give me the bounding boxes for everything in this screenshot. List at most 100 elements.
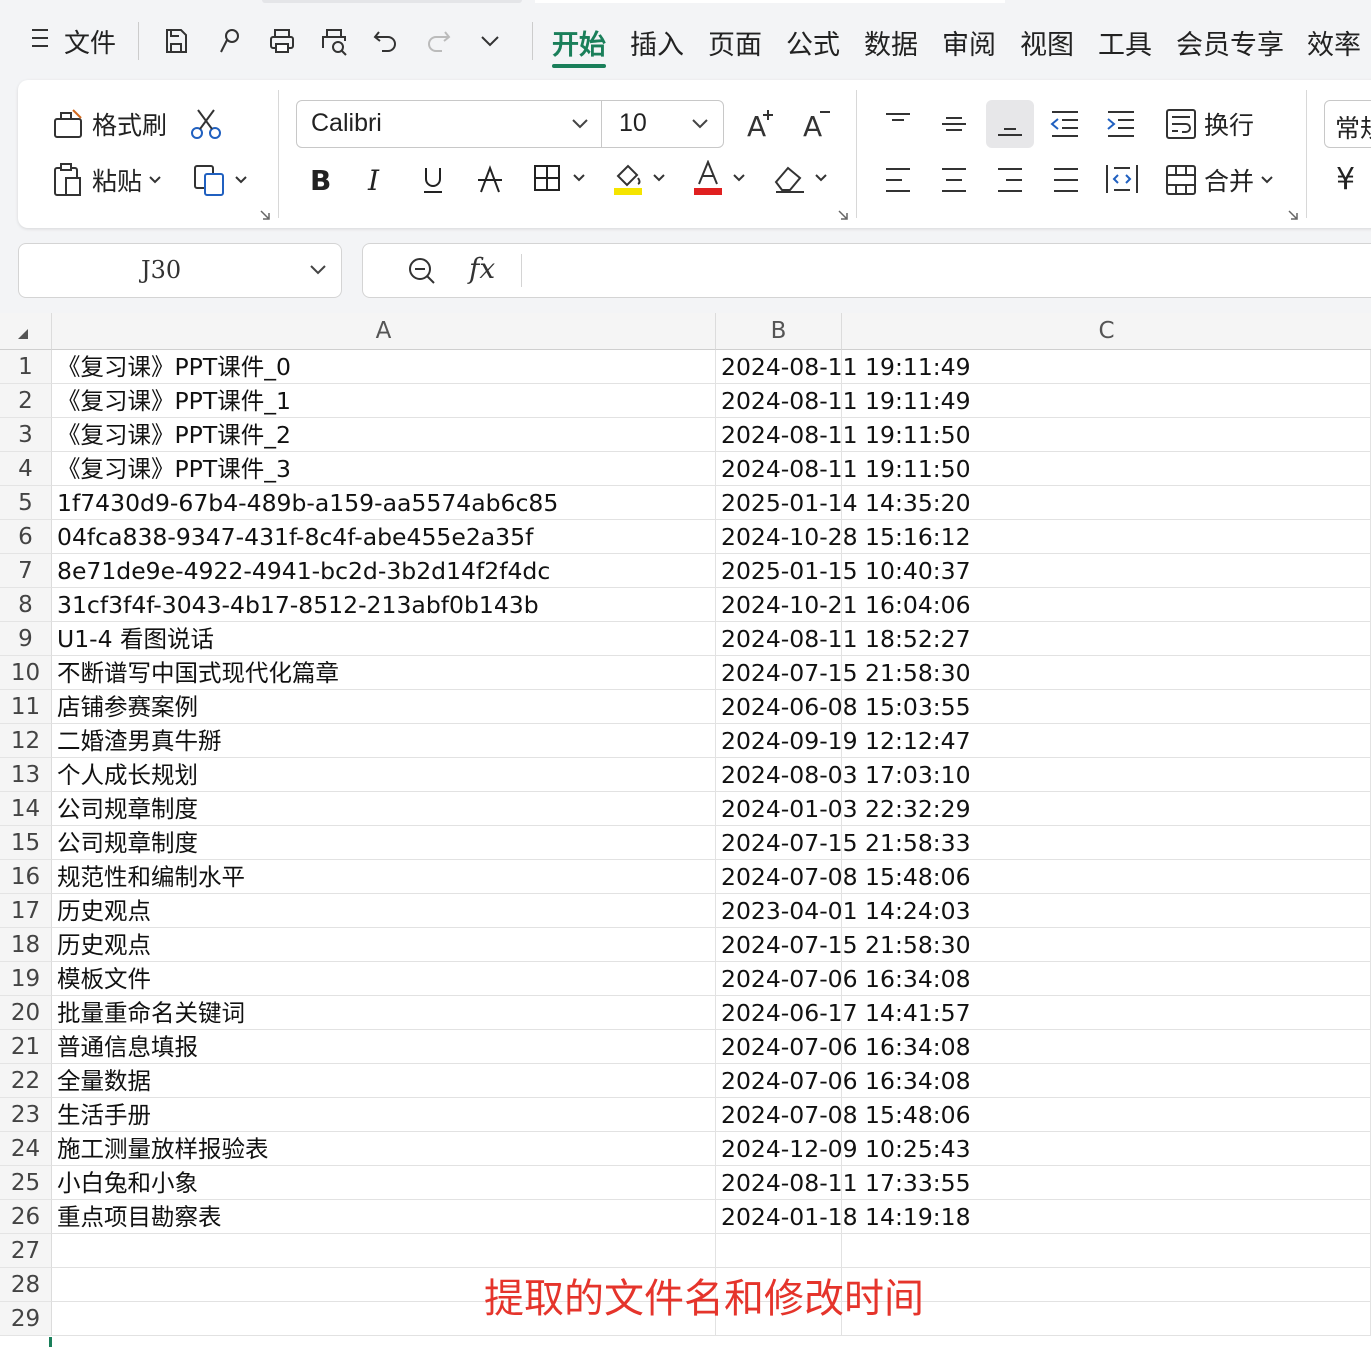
italic-button[interactable]: I xyxy=(364,162,390,196)
row-header[interactable]: 25 xyxy=(0,1166,52,1200)
row-header[interactable]: 29 xyxy=(0,1302,52,1336)
tab-data[interactable]: 数据 xyxy=(864,22,918,62)
format-brush-quick-icon[interactable] xyxy=(212,22,248,60)
align-left-button[interactable] xyxy=(882,164,914,196)
row-header[interactable]: 22 xyxy=(0,1064,52,1098)
cell-a[interactable] xyxy=(52,1234,716,1268)
cell-b[interactable]: 2024-07-08 15:48:06 xyxy=(716,1098,971,1132)
redo-icon[interactable] xyxy=(420,22,456,60)
cell-b[interactable]: 2024-08-11 19:11:50 xyxy=(716,418,971,452)
row-header[interactable]: 9 xyxy=(0,622,52,656)
row-header[interactable]: 24 xyxy=(0,1132,52,1166)
tab-review[interactable]: 审阅 xyxy=(942,22,996,62)
cell-a[interactable]: 全量数据 xyxy=(52,1064,716,1098)
decrease-font-button[interactable]: A xyxy=(802,106,834,140)
undo-icon[interactable] xyxy=(368,22,404,60)
cell-a[interactable]: 规范性和编制水平 xyxy=(52,860,716,894)
align-middle-button[interactable] xyxy=(938,108,970,140)
save-icon[interactable] xyxy=(158,22,194,60)
tab-home[interactable]: 开始 xyxy=(552,22,606,68)
row-header[interactable]: 3 xyxy=(0,418,52,452)
cell-a[interactable]: 《复习课》PPT课件_2 xyxy=(52,418,716,452)
number-format-select[interactable]: 常规 xyxy=(1324,100,1371,148)
row-header[interactable]: 6 xyxy=(0,520,52,554)
cell-a[interactable]: 历史观点 xyxy=(52,894,716,928)
justify-button[interactable] xyxy=(1050,164,1082,196)
cell-a[interactable]: 公司规章制度 xyxy=(52,826,716,860)
cell-a[interactable]: 公司规章制度 xyxy=(52,792,716,826)
row-header[interactable]: 19 xyxy=(0,962,52,996)
merge-cells-button[interactable]: 合并 xyxy=(1164,162,1274,198)
row-header[interactable]: 10 xyxy=(0,656,52,690)
cell-b[interactable]: 2024-06-17 14:41:57 xyxy=(716,996,971,1030)
underline-button[interactable] xyxy=(420,162,446,196)
strikethrough-button[interactable] xyxy=(476,162,504,196)
cell-a[interactable]: U1-4 看图说话 xyxy=(52,622,716,656)
row-header[interactable]: 18 xyxy=(0,928,52,962)
cell-b[interactable]: 2024-12-09 10:25:43 xyxy=(716,1132,971,1166)
clipboard-dialog-launcher-icon[interactable] xyxy=(260,210,270,220)
cell-a[interactable]: 历史观点 xyxy=(52,928,716,962)
row-header[interactable]: 8 xyxy=(0,588,52,622)
cell-b[interactable]: 2024-08-11 17:33:55 xyxy=(716,1166,971,1200)
cell-b[interactable]: 2024-08-11 19:11:50 xyxy=(716,452,971,486)
increase-indent-button[interactable] xyxy=(1104,108,1138,140)
tab-page[interactable]: 页面 xyxy=(708,22,762,62)
cell-b[interactable]: 2024-07-06 16:34:08 xyxy=(716,962,971,996)
wrap-text-button[interactable]: 换行 xyxy=(1164,106,1254,142)
name-box[interactable]: J30 xyxy=(18,243,342,298)
select-all-button[interactable] xyxy=(0,313,52,350)
cell-b[interactable] xyxy=(716,1234,842,1268)
cell-b[interactable]: 2025-01-14 14:35:20 xyxy=(716,486,971,520)
column-header-a[interactable]: A xyxy=(52,313,716,350)
paste-button[interactable]: 粘贴 xyxy=(52,162,162,198)
font-dialog-launcher-icon[interactable] xyxy=(838,210,848,220)
cell-a[interactable]: 生活手册 xyxy=(52,1098,716,1132)
zoom-formula-icon[interactable] xyxy=(407,256,437,286)
cell-a[interactable]: 31cf3f4f-3043-4b17-8512-213abf0b143b xyxy=(52,588,716,622)
cell-a[interactable]: 个人成长规划 xyxy=(52,758,716,792)
cell-b[interactable]: 2024-01-03 22:32:29 xyxy=(716,792,971,826)
row-header[interactable]: 17 xyxy=(0,894,52,928)
cell-b[interactable]: 2024-10-21 16:04:06 xyxy=(716,588,971,622)
row-header[interactable]: 27 xyxy=(0,1234,52,1268)
more-chevron-icon[interactable] xyxy=(472,22,508,60)
borders-button[interactable] xyxy=(532,162,586,194)
cell-b[interactable]: 2024-06-08 15:03:55 xyxy=(716,690,971,724)
decrease-indent-button[interactable] xyxy=(1048,108,1082,140)
font-size-field[interactable]: 10 xyxy=(619,109,647,138)
cell-a[interactable]: 04fca838-9347-431f-8c4f-abe455e2a35f xyxy=(52,520,716,554)
row-header[interactable]: 1 xyxy=(0,350,52,384)
cell-b[interactable]: 2024-08-03 17:03:10 xyxy=(716,758,971,792)
cell-b[interactable]: 2024-08-11 18:52:27 xyxy=(716,622,971,656)
row-header[interactable]: 14 xyxy=(0,792,52,826)
print-icon[interactable] xyxy=(264,22,300,60)
row-header[interactable]: 28 xyxy=(0,1268,52,1302)
align-center-button[interactable] xyxy=(938,164,970,196)
format-painter-button[interactable]: 格式刷 xyxy=(52,106,167,142)
cell-b[interactable]: 2024-10-28 15:16:12 xyxy=(716,520,971,554)
formula-input[interactable] xyxy=(533,252,1371,288)
cell-b[interactable]: 2023-04-01 14:24:03 xyxy=(716,894,971,928)
chevron-down-icon[interactable] xyxy=(691,118,709,130)
row-header[interactable]: 2 xyxy=(0,384,52,418)
row-header[interactable]: 23 xyxy=(0,1098,52,1132)
align-bottom-button[interactable] xyxy=(986,100,1034,148)
cell-a[interactable]: 《复习课》PPT课件_3 xyxy=(52,452,716,486)
cell-b[interactable]: 2024-07-15 21:58:33 xyxy=(716,826,971,860)
font-name-field[interactable]: Calibri xyxy=(311,109,382,138)
row-header[interactable]: 20 xyxy=(0,996,52,1030)
tab-member[interactable]: 会员专享 xyxy=(1176,22,1284,62)
cell-c[interactable] xyxy=(842,1234,1371,1268)
row-header[interactable]: 12 xyxy=(0,724,52,758)
cell-a[interactable]: 1f7430d9-67b4-489b-a159-aa5574ab6c85 xyxy=(52,486,716,520)
tab-tools[interactable]: 工具 xyxy=(1098,22,1152,62)
chevron-down-icon[interactable] xyxy=(571,118,589,130)
cell-a[interactable]: 8e71de9e-4922-4941-bc2d-3b2d14f2f4dc xyxy=(52,554,716,588)
tab-formulas[interactable]: 公式 xyxy=(786,22,840,62)
align-top-button[interactable] xyxy=(882,108,914,140)
row-header[interactable]: 7 xyxy=(0,554,52,588)
fill-color-button[interactable] xyxy=(612,160,666,196)
row-header[interactable]: 5 xyxy=(0,486,52,520)
tab-efficiency[interactable]: 效率 xyxy=(1307,22,1361,62)
